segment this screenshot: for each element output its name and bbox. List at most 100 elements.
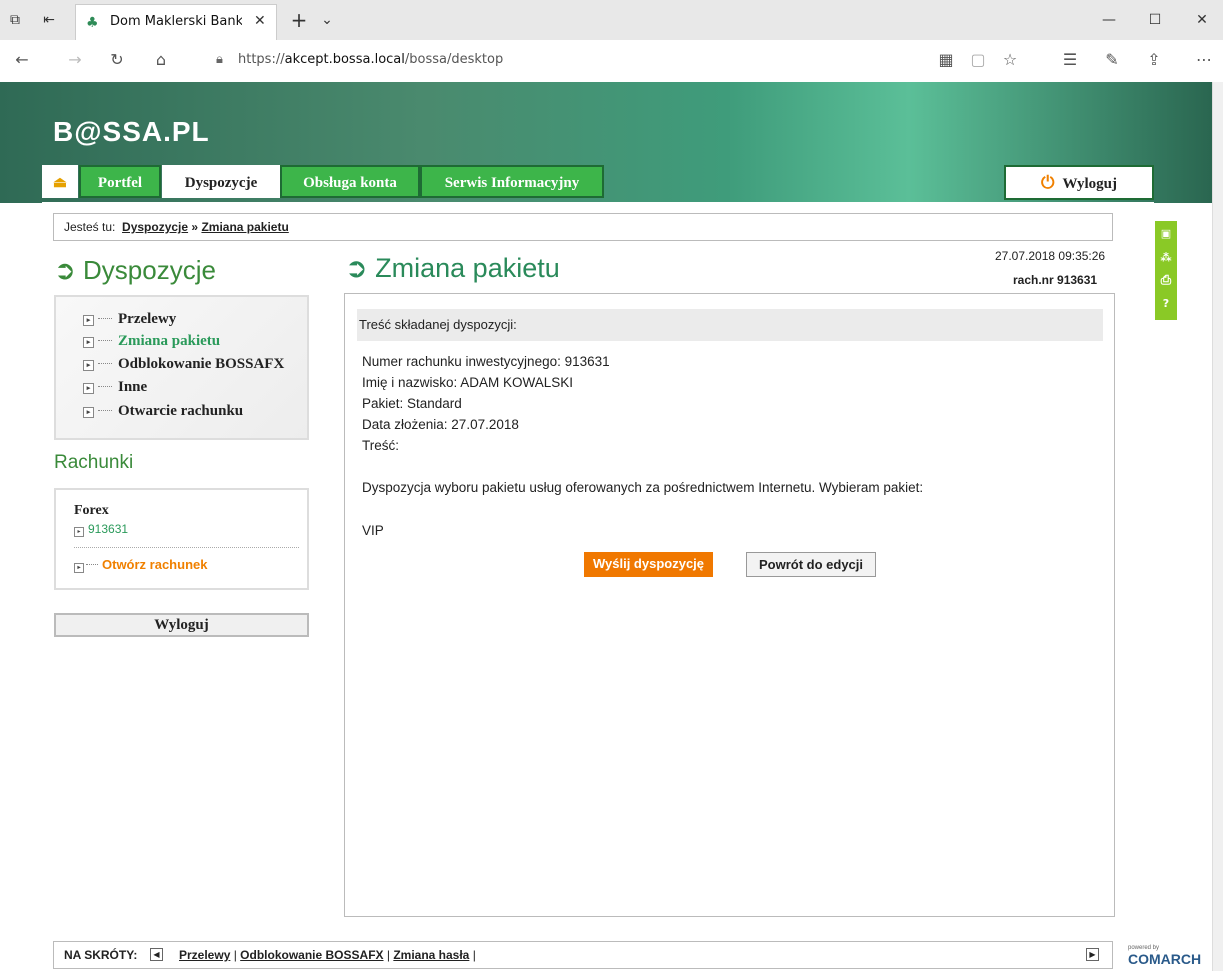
- nav-tab-obsluga-konta[interactable]: Obsługa konta: [280, 165, 420, 198]
- account-type: Forex: [74, 503, 109, 518]
- power-icon: ⏻: [1041, 173, 1055, 192]
- sidebar-item-otwarcie-rachunku[interactable]: ▸ Otwarcie rachunku: [83, 403, 243, 420]
- accounts-title: Rachunki: [54, 452, 134, 473]
- nav-tab-portfel[interactable]: Portfel: [79, 165, 161, 198]
- shortcuts-label: NA SKRÓTY:: [64, 948, 138, 962]
- expand-icon: ▸: [83, 337, 94, 348]
- sidebar-item-label: Przelewy: [118, 311, 177, 327]
- send-order-button[interactable]: Wyślij dyspozycję: [584, 552, 713, 577]
- sidebar-item-label: Inne: [118, 379, 148, 395]
- minimize-icon[interactable]: —: [1098, 9, 1120, 31]
- side-toolbar: ▣ ⁂ ⎙ ?: [1155, 221, 1177, 320]
- sidebar-item-label: Zmiana pakietu: [118, 333, 221, 349]
- screen-icon[interactable]: ▣: [1155, 227, 1177, 240]
- more-icon[interactable]: ⋯: [1192, 50, 1216, 72]
- logout-button-sidebar[interactable]: Wyloguj: [54, 613, 309, 637]
- breadcrumb: Jesteś tu: Dyspozycje » Zmiana pakietu: [53, 213, 1113, 241]
- sidebar-item-przelewy[interactable]: ▸ Przelewy: [83, 311, 176, 328]
- expand-icon: ▸: [74, 527, 84, 537]
- page-title: ➲ Zmiana pakietu: [345, 253, 560, 284]
- sidebar-item-inne[interactable]: ▸ Inne: [83, 379, 147, 396]
- tab-preview-icon[interactable]: ⧉: [4, 9, 26, 31]
- nav-home-tab[interactable]: ⏏: [42, 165, 78, 198]
- logout-button-top[interactable]: ⏻ Wyloguj: [1004, 165, 1154, 200]
- account-link[interactable]: ▸ 913631: [74, 522, 128, 537]
- url-text: https://akcept.bossa.local/bossa/desktop: [238, 52, 504, 67]
- date-line: Data złożenia: 27.07.2018: [362, 417, 519, 432]
- back-to-edit-button[interactable]: Powrót do edycji: [746, 552, 876, 577]
- bossa-logo[interactable]: B@SSA.PL: [53, 116, 210, 148]
- forward-icon[interactable]: →: [63, 50, 87, 72]
- package-line: Pakiet: Standard: [362, 396, 462, 411]
- lock-icon: 🔒︎: [216, 52, 223, 67]
- nav-tab-dyspozycje[interactable]: Dyspozycje: [162, 165, 280, 198]
- print-icon[interactable]: ⎙: [1155, 273, 1177, 288]
- sidebar-item-zmiana-pakietu[interactable]: ▸ Zmiana pakietu: [83, 333, 220, 350]
- breadcrumb-link-zmiana-pakietu[interactable]: Zmiana pakietu: [201, 220, 288, 234]
- order-body-text: Dyspozycja wyboru pakietu usług oferowan…: [362, 480, 924, 495]
- sidebar-title-text: Dyspozycje: [83, 255, 216, 285]
- help-icon[interactable]: ?: [1155, 297, 1177, 310]
- page-scrollbar[interactable]: [1212, 82, 1223, 971]
- breadcrumb-prefix: Jesteś tu:: [64, 220, 116, 234]
- set-aside-tabs-icon[interactable]: ⇤: [38, 9, 60, 31]
- breadcrumb-separator: »: [191, 220, 199, 234]
- shortcut-zmiana-hasla[interactable]: Zmiana hasła: [393, 948, 469, 962]
- selected-package: VIP: [362, 523, 384, 538]
- tab-dropdown-icon[interactable]: ⌄: [316, 9, 338, 31]
- open-account-link[interactable]: ▸ Otwórz rachunek: [74, 557, 207, 573]
- close-tab-icon[interactable]: ✕: [254, 13, 266, 29]
- expand-icon: ▸: [83, 383, 94, 394]
- arrow-circle-icon: ➲: [54, 255, 76, 285]
- back-icon[interactable]: ←: [10, 50, 34, 72]
- sidebar-item-odblokowanie[interactable]: ▸ Odblokowanie BOSSAFX: [83, 356, 284, 373]
- page-title-text: Zmiana pakietu: [375, 253, 560, 283]
- expand-icon: ▸: [74, 563, 84, 573]
- expand-icon: ▸: [83, 360, 94, 371]
- order-summary-panel: Treść składanej dyspozycji: Numer rachun…: [344, 293, 1115, 917]
- comarch-brand: COMARCH: [1128, 951, 1202, 967]
- reading-view-icon[interactable]: ▢: [966, 50, 990, 72]
- breadcrumb-link-dyspozycje[interactable]: Dyspozycje: [122, 220, 188, 234]
- browser-address-row: ← → ↻ ⌂ 🔒︎ https://akcept.bossa.local/bo…: [0, 40, 1223, 83]
- favorite-star-icon[interactable]: ☆: [998, 50, 1022, 72]
- content-label: Treść:: [362, 438, 399, 453]
- account-number-label: rach.nr 913631: [1013, 273, 1098, 287]
- divider: [74, 547, 299, 548]
- name-line: Imię i nazwisko: ADAM KOWALSKI: [362, 375, 574, 390]
- sidebar-title: ➲ Dyspozycje: [54, 255, 216, 286]
- home-icon[interactable]: ⌂: [149, 50, 173, 72]
- shortcuts-next-icon[interactable]: ▶: [1086, 948, 1099, 961]
- close-window-icon[interactable]: ✕: [1191, 9, 1213, 31]
- favorites-hub-icon[interactable]: ☰: [1058, 50, 1082, 72]
- expand-icon: ▸: [83, 315, 94, 326]
- accounts-box: Forex ▸ 913631 ▸ Otwórz rachunek: [54, 488, 309, 590]
- sidebar-item-label: Otwarcie rachunku: [118, 403, 244, 419]
- account-number-line: Numer rachunku inwestycyjnego: 913631: [362, 354, 610, 369]
- arrow-circle-icon: ➲: [345, 253, 368, 283]
- account-number: 913631: [88, 522, 129, 536]
- browser-tab[interactable]: ♣ Dom Maklerski Banku C ✕: [75, 4, 277, 41]
- sidebar-item-label: Odblokowanie BOSSAFX: [118, 356, 285, 372]
- web-note-icon[interactable]: ✎: [1100, 50, 1124, 72]
- sidebar-menu: ▸ Przelewy ▸ Zmiana pakietu ▸ Odblokowanie …: [54, 295, 309, 440]
- shortcut-odblokowanie[interactable]: Odblokowanie BOSSAFX: [240, 948, 383, 962]
- expand-icon: ▸: [83, 407, 94, 418]
- maximize-icon[interactable]: ☐: [1144, 9, 1166, 31]
- extension-icon[interactable]: ▦: [934, 50, 958, 72]
- browser-tab-bar: ⧉ ⇤ ♣ Dom Maklerski Banku C ✕ + ⌄ — ☐ ✕: [0, 0, 1223, 41]
- panel-header: Treść składanej dyspozycji:: [357, 309, 1103, 341]
- address-bar[interactable]: 🔒︎ https://akcept.bossa.local/bossa/desk…: [200, 47, 1000, 75]
- share-icon[interactable]: ⇪: [1142, 50, 1166, 72]
- new-tab-icon[interactable]: +: [288, 9, 310, 31]
- shortcuts-bar: NA SKRÓTY: ◀ Przelewy | Odblokowanie BOS…: [53, 941, 1113, 969]
- datetime: 27.07.2018 09:35:26: [995, 249, 1106, 263]
- shortcut-przelewy[interactable]: Przelewy: [179, 948, 230, 962]
- browser-tab-title: Dom Maklerski Banku C: [110, 14, 242, 29]
- bossa-favicon-icon: ♣: [86, 15, 99, 31]
- nav-tab-serwis-informacyjny[interactable]: Serwis Informacyjny: [420, 165, 604, 198]
- sitemap-icon[interactable]: ⁂: [1155, 251, 1177, 264]
- logout-label: Wyloguj: [1062, 176, 1117, 192]
- refresh-icon[interactable]: ↻: [105, 50, 129, 72]
- shortcuts-prev-icon[interactable]: ◀: [150, 948, 163, 961]
